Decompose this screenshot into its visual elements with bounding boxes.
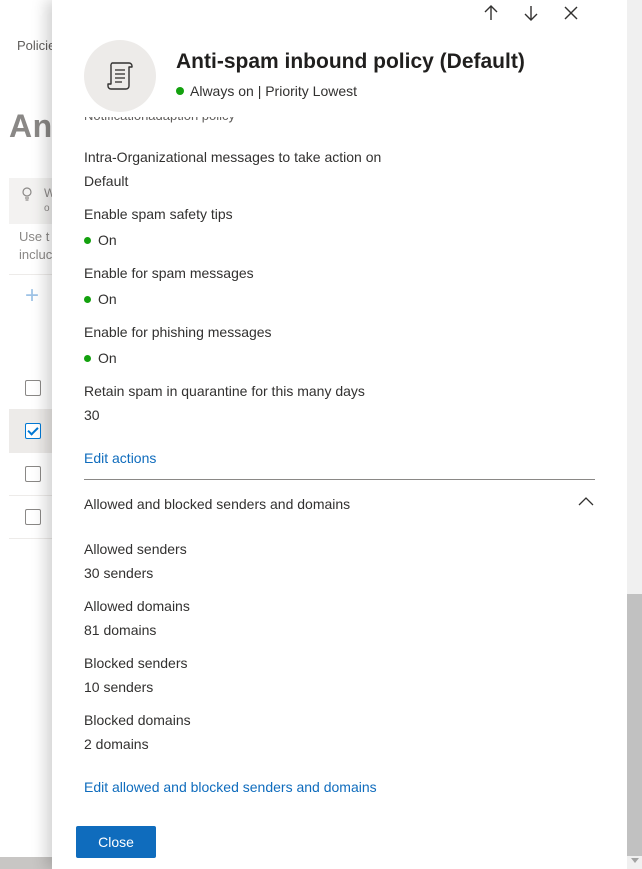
chevron-up-icon[interactable] <box>577 494 595 508</box>
arrow-down-icon[interactable] <box>520 2 542 24</box>
field-label-spam-messages: Enable for spam messages <box>84 265 254 281</box>
field-value-text: 81 domains <box>84 622 157 638</box>
field-value-retain-quarantine: 30 <box>84 407 100 423</box>
field-value-text: 30 senders <box>84 565 154 581</box>
page-description-line2: incluc <box>19 247 53 262</box>
edit-senders-link[interactable]: Edit allowed and blocked senders and dom… <box>84 779 377 795</box>
field-value-safety-tips: On <box>84 232 117 248</box>
row-checkbox[interactable] <box>25 466 41 482</box>
scroll-icon <box>107 62 133 90</box>
field-value-blocked-senders: 10 senders <box>84 679 153 695</box>
field-label-allowed-domains: Allowed domains <box>84 598 190 614</box>
plus-icon[interactable]: + <box>25 284 39 308</box>
section-header-senders[interactable]: Allowed and blocked senders and domains <box>84 496 350 512</box>
status-dot <box>176 87 184 95</box>
field-label-allowed-senders: Allowed senders <box>84 541 187 557</box>
field-value-intra-org: Default <box>84 173 128 189</box>
row-checkbox[interactable] <box>25 380 41 396</box>
field-value-text: 30 <box>84 407 100 423</box>
row-checkbox[interactable] <box>25 509 41 525</box>
edit-actions-link[interactable]: Edit actions <box>84 450 156 466</box>
scrolled-text: Notificationadaption policy <box>84 117 235 129</box>
horizontal-scrollbar[interactable] <box>0 857 60 869</box>
field-label-intra-org: Intra-Organizational messages to take ac… <box>84 149 382 165</box>
field-label-phishing-messages: Enable for phishing messages <box>84 324 272 340</box>
status-dot <box>84 354 91 362</box>
policy-avatar <box>84 40 156 112</box>
field-value-allowed-domains: 81 domains <box>84 622 156 638</box>
field-label-blocked-domains: Blocked domains <box>84 712 191 728</box>
policy-details-panel: Anti-spam inbound policy (Default) Alway… <box>52 0 627 869</box>
status-dot <box>84 236 91 244</box>
lightbulb-icon <box>19 186 37 204</box>
field-value-blocked-domains: 2 domains <box>84 736 149 752</box>
scroll-down-icon[interactable] <box>631 858 639 863</box>
tip-text-secondary: o <box>44 203 50 214</box>
panel-title: Anti-spam inbound policy (Default) <box>176 50 525 73</box>
breadcrumb[interactable]: Policie <box>17 38 55 53</box>
field-value-phishing-messages: On <box>84 350 117 366</box>
policy-status: Always on | Priority Lowest <box>176 83 357 99</box>
page-description: Use t <box>19 229 50 244</box>
section-divider <box>84 479 595 480</box>
field-label-blocked-senders: Blocked senders <box>84 655 188 671</box>
field-value-spam-messages: On <box>84 291 117 307</box>
field-value-text: Default <box>84 173 129 189</box>
status-dot <box>84 295 91 303</box>
field-label-retain-quarantine: Retain spam in quarantine for this many … <box>84 383 365 399</box>
scrollbar-thumb[interactable] <box>627 594 642 856</box>
field-value-text: On <box>98 291 117 307</box>
field-value-text: On <box>98 232 117 248</box>
scrolled-text-content: Notificationadaption policy <box>84 117 235 128</box>
arrow-up-icon[interactable] <box>480 2 502 24</box>
field-value-allowed-senders: 30 senders <box>84 565 153 581</box>
field-label-safety-tips: Enable spam safety tips <box>84 206 233 222</box>
status-text: Always on | Priority Lowest <box>190 83 358 99</box>
field-value-text: 10 senders <box>84 679 154 695</box>
field-value-text: On <box>98 350 117 366</box>
field-value-text: 2 domains <box>84 736 149 752</box>
row-checkbox-checked[interactable] <box>25 423 41 439</box>
close-icon[interactable] <box>560 2 582 24</box>
close-button[interactable]: Close <box>76 826 156 858</box>
